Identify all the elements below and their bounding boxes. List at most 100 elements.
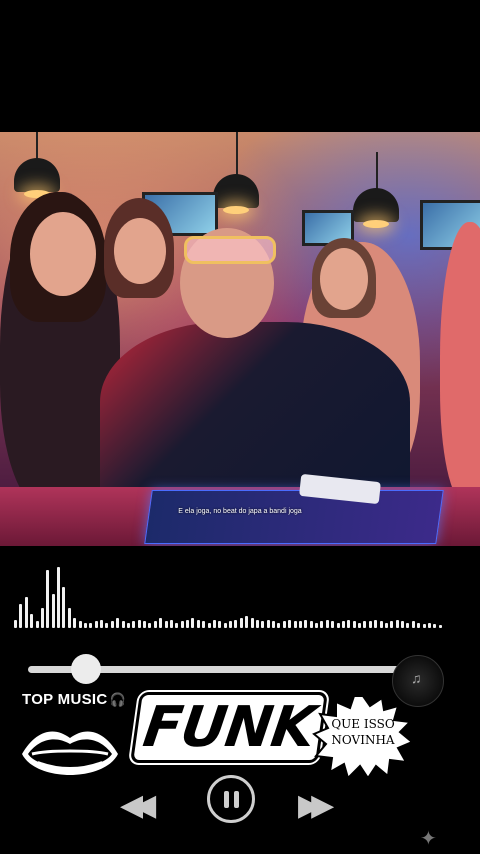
- visualizer-bar: [186, 619, 189, 628]
- visualizer-bar: [379, 621, 383, 628]
- visualizer-bar: [352, 621, 356, 628]
- visualizer-bar: [169, 619, 173, 628]
- lamp-cord: [236, 132, 238, 176]
- visualizer-bar: [255, 619, 259, 628]
- visualizer-bar: [94, 621, 98, 628]
- funk-title: FUNK: [133, 695, 325, 760]
- visualizer-bar: [298, 621, 302, 628]
- visualizer-bar: [277, 622, 281, 628]
- pendant-lamp: [213, 174, 259, 214]
- visualizer-bar: [164, 621, 168, 628]
- video-frame[interactable]: E ela joga, no beat do japa a bandi joga: [0, 132, 480, 546]
- visualizer-bar: [62, 587, 66, 628]
- visualizer-bar: [261, 621, 265, 628]
- visualizer-bar: [422, 623, 426, 628]
- visualizer-bar: [401, 621, 404, 628]
- visualizer-bar: [100, 619, 103, 628]
- visualizer-bar: [78, 621, 82, 628]
- visualizer-bar: [320, 621, 324, 628]
- visualizer-bar: [368, 621, 372, 628]
- visualizer-bar: [417, 622, 421, 628]
- visualizer-bar: [229, 621, 232, 628]
- visualizer-bar: [196, 619, 200, 628]
- visualizer-bar: [57, 566, 60, 628]
- sparkle-icon: ✦: [420, 828, 437, 850]
- visualizer-bar: [395, 619, 399, 628]
- visualizer-bar: [212, 619, 216, 628]
- progress-thumb[interactable]: [71, 654, 101, 684]
- visualizer-bar: [51, 594, 55, 628]
- visualizer-bar: [293, 621, 297, 628]
- visualizer-bar: [250, 618, 254, 628]
- visualizer-bar: [223, 622, 227, 628]
- visualizer-bar: [245, 615, 249, 628]
- visualizer-bar: [336, 622, 340, 628]
- face: [114, 218, 166, 284]
- visualizer-bar: [67, 607, 71, 628]
- visualizer-bar: [89, 622, 93, 628]
- visualizer-bar: [207, 622, 211, 628]
- visualizer-bar: [159, 618, 163, 628]
- visualizer-bar: [35, 621, 39, 628]
- visualizer-bar: [438, 624, 442, 628]
- visualizer-bar: [148, 622, 152, 628]
- visualizer-bar: [358, 622, 361, 628]
- face: [320, 248, 368, 310]
- visualizer-bar: [282, 621, 286, 628]
- visualizer-bar: [180, 621, 184, 628]
- visualizer-bar: [315, 622, 318, 628]
- visualizer-bar: [137, 619, 141, 628]
- visualizer-bar: [19, 604, 23, 628]
- visualizer-bar: [406, 622, 410, 628]
- next-button[interactable]: ▶▶: [298, 788, 334, 823]
- person-far-right: [440, 222, 480, 502]
- visualizer-bar: [143, 621, 146, 628]
- visualizer-bar: [325, 619, 329, 628]
- visualizer-bar: [175, 622, 179, 628]
- headphones-icon: 🎧: [109, 692, 126, 707]
- visualizer-bar: [83, 622, 87, 628]
- visualizer-bar: [73, 617, 77, 628]
- visualizer-bar: [411, 621, 415, 628]
- visualizer-bar: [347, 619, 351, 628]
- pause-button[interactable]: [207, 775, 255, 823]
- visualizer-bar: [239, 618, 243, 628]
- visualizer-bar: [30, 614, 34, 628]
- visualizer-bar: [234, 619, 238, 628]
- funk-logo: FUNK: [133, 695, 325, 760]
- sunglasses: [184, 236, 276, 264]
- audio-visualizer: [14, 560, 444, 628]
- lamp-cord: [36, 132, 38, 160]
- lamp-cord: [376, 152, 378, 190]
- visualizer-bar: [427, 622, 431, 628]
- visualizer-bar: [40, 607, 44, 628]
- keyboard: [144, 490, 444, 544]
- previous-button[interactable]: ◀◀: [120, 788, 156, 823]
- visualizer-bar: [110, 621, 114, 628]
- top-music-text: TOP MUSIC: [22, 691, 108, 708]
- visualizer-bar: [46, 570, 50, 628]
- music-note-icon: ♫: [411, 670, 422, 686]
- video-subtitle: E ela joga, no beat do japa a bandi joga: [178, 508, 302, 515]
- visualizer-bar: [272, 621, 275, 628]
- visualizer-bar: [218, 621, 222, 628]
- face: [30, 212, 96, 296]
- badge-line-1: QUE ISSO: [331, 717, 395, 731]
- visualizer-bar: [331, 621, 335, 628]
- visualizer-bar: [309, 621, 313, 628]
- visualizer-bar: [121, 621, 125, 628]
- visualizer-bar: [191, 618, 195, 628]
- top-music-label: TOP MUSIC 🎧: [22, 691, 126, 708]
- visualizer-bar: [24, 597, 28, 628]
- visualizer-bar: [105, 622, 109, 628]
- visualizer-bar: [153, 621, 157, 628]
- lips-icon: [22, 731, 118, 775]
- visualizer-bar: [266, 619, 270, 628]
- visualizer-bar: [288, 619, 292, 628]
- visualizer-bar: [390, 621, 394, 628]
- badge-line-2: NOVINHA: [331, 733, 395, 747]
- visualizer-bar: [126, 622, 130, 628]
- visualizer-bar: [132, 621, 136, 628]
- pendant-lamp: [353, 188, 399, 228]
- pendant-lamp: [14, 158, 60, 198]
